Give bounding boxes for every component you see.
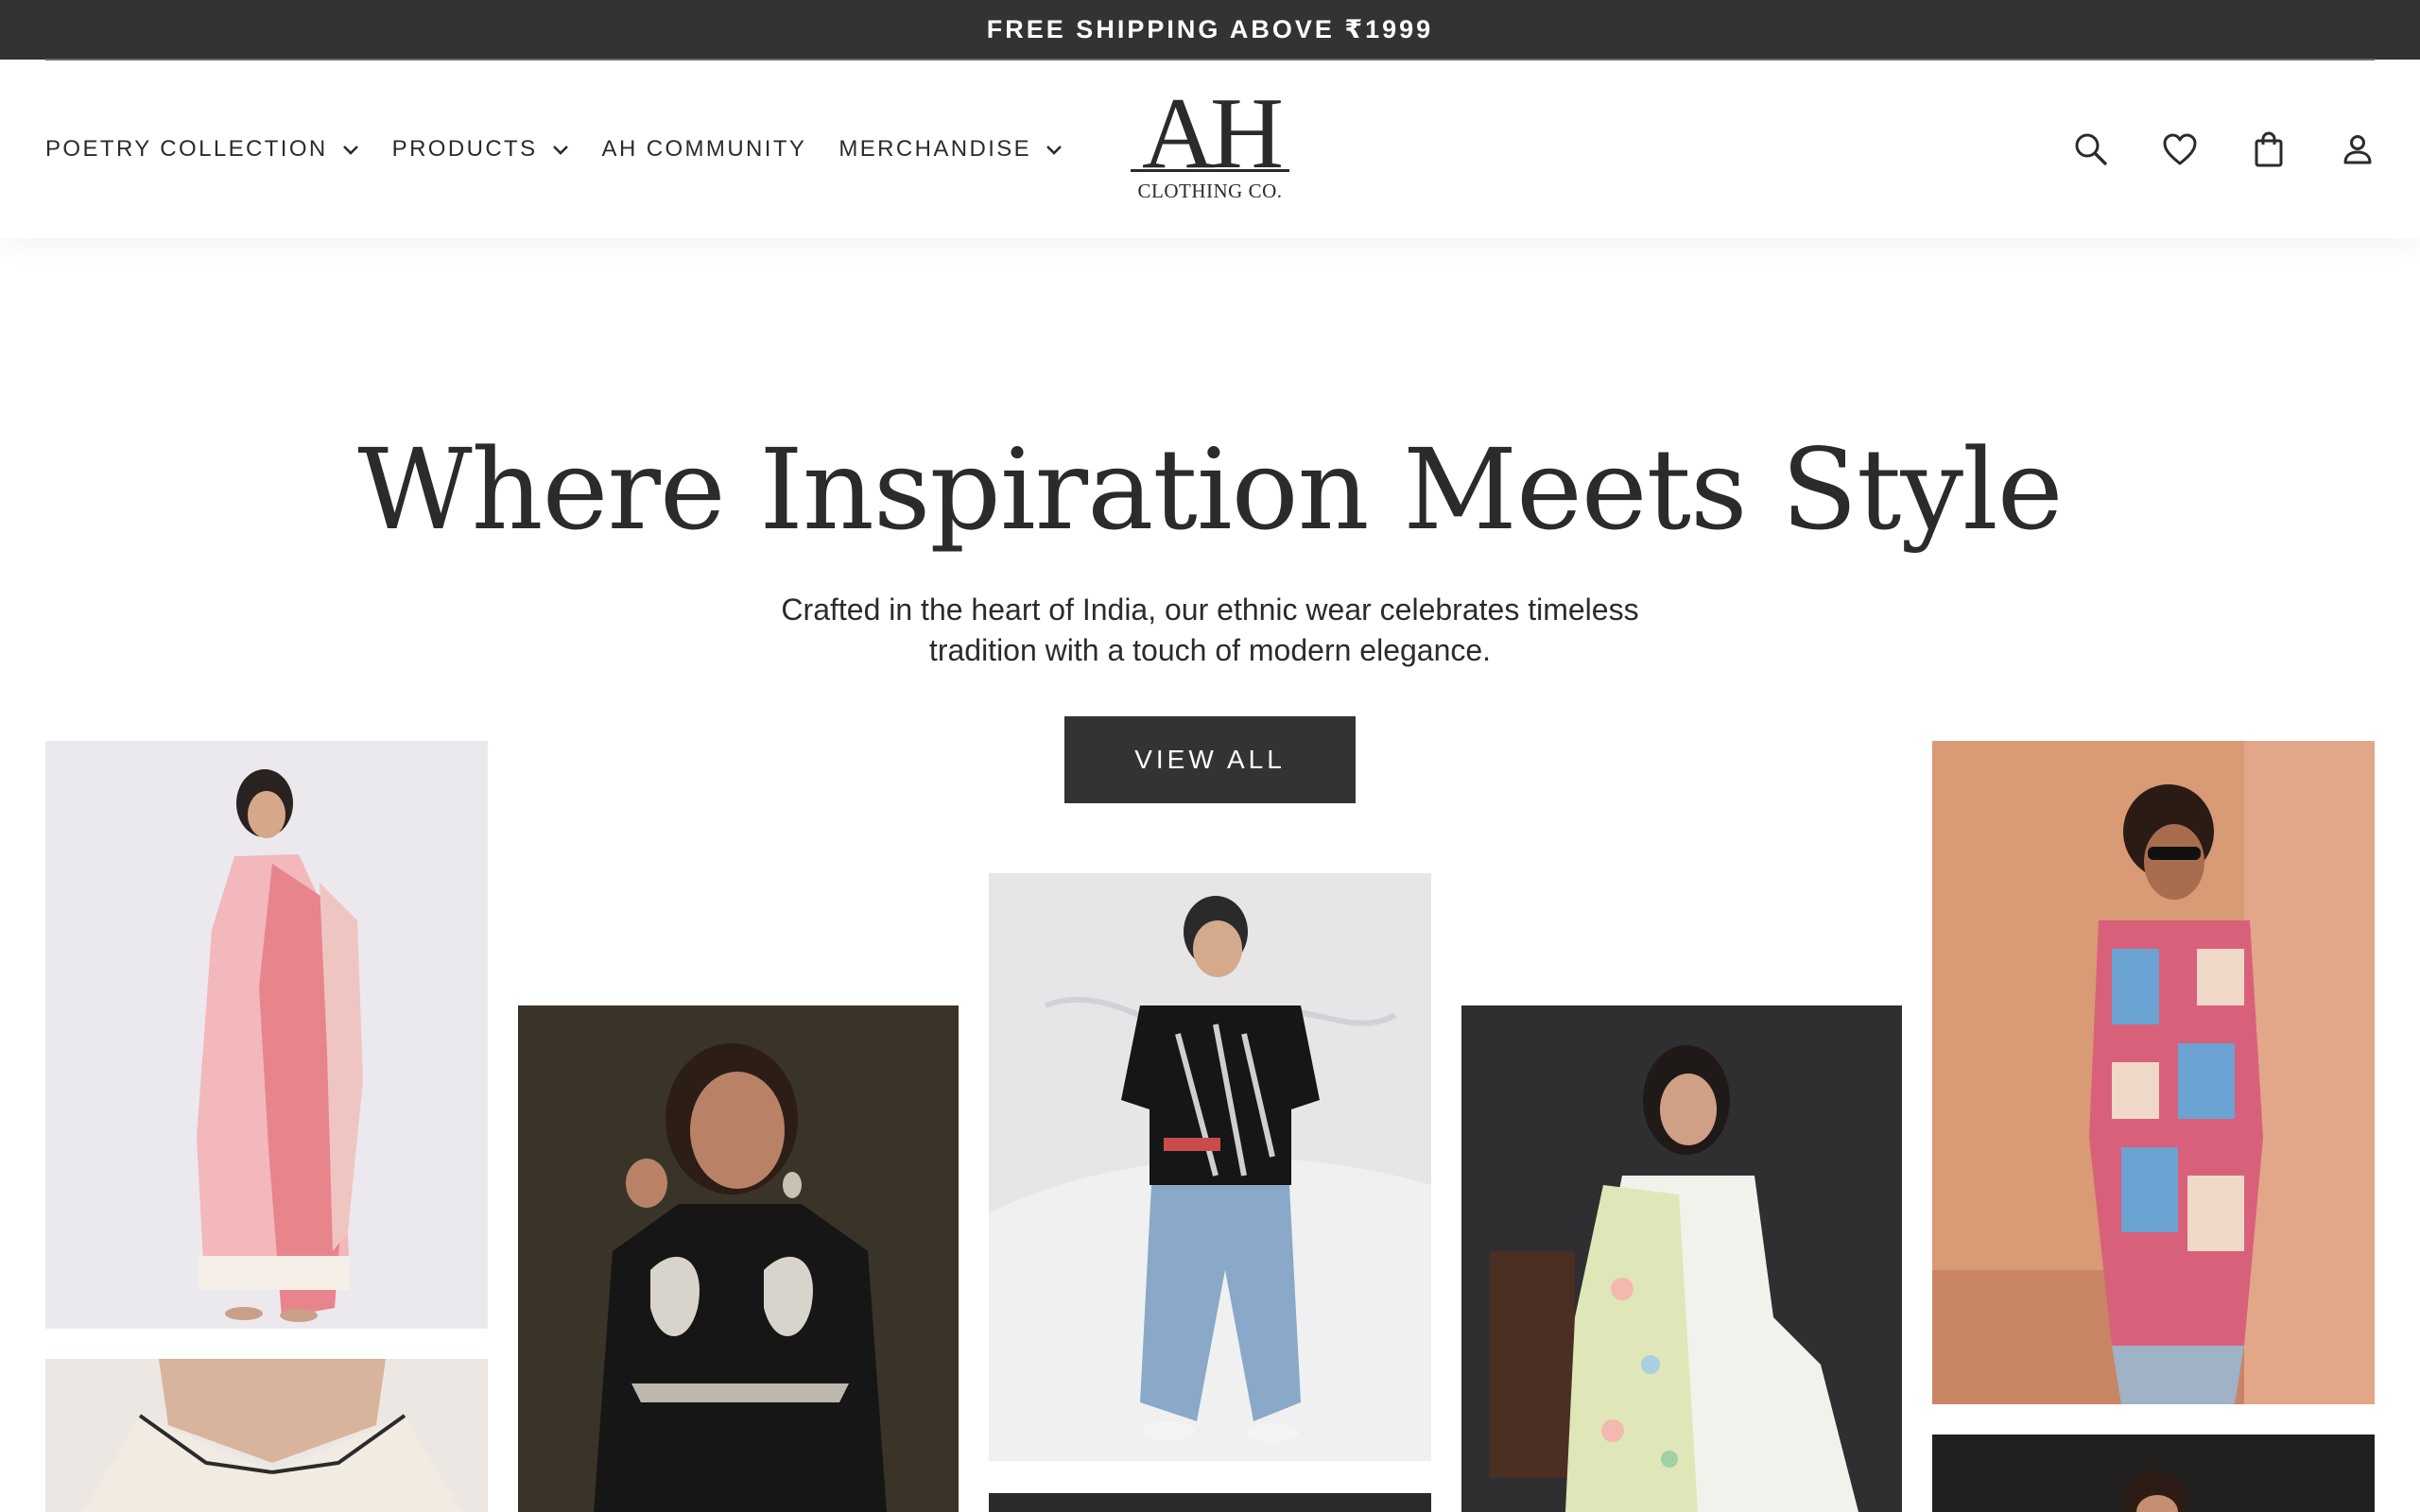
search-button[interactable] [2070,129,2112,170]
logo-subtitle: CLOTHING CO. [1137,180,1283,202]
hero-subtitle: Crafted in the heart of India, our ethni… [737,590,1683,671]
product-image-dark[interactable] [989,1493,1431,1512]
cart-button[interactable] [2248,129,2290,170]
main-nav: POETRY COLLECTION PRODUCTS AH COMMUNITY … [45,60,1096,238]
nav-item-label: MERCHANDISE [838,136,1032,162]
announcement-bar: FREE SHIPPING ABOVE ₹1999 [0,0,2420,60]
site-header: POETRY COLLECTION PRODUCTS AH COMMUNITY … [0,60,2420,238]
hero-title: Where Inspiration Meets Style [357,424,2063,555]
header-actions [2023,60,2378,238]
nav-item-label: AH COMMUNITY [601,136,807,162]
bag-icon [2255,131,2283,167]
nav-item-merchandise[interactable]: MERCHANDISE [838,136,1063,163]
view-all-button[interactable]: VIEW ALL [1064,716,1356,803]
product-image-pink-kurta[interactable] [45,741,488,1329]
chevron-down-icon [341,143,360,156]
wishlist-button[interactable] [2159,129,2201,170]
nav-item-label: POETRY COLLECTION [45,136,328,162]
nav-item-products[interactable]: PRODUCTS [392,136,570,163]
search-icon [2075,133,2107,165]
nav-item-label: PRODUCTS [391,136,538,162]
logo-rule [1131,169,1289,172]
product-image-white-suit-floral-dupatta[interactable] [1461,1005,1902,1512]
hero-subtitle-line2: tradition with a touch of modern eleganc… [928,633,1492,667]
product-image-printed-kurta-man[interactable] [1932,741,2375,1404]
hero-subtitle-line1: Crafted in the heart of India, our ethni… [781,593,1639,627]
product-image-black-tee-cargo[interactable] [989,873,1431,1461]
product-image-black-chikankari-kurta[interactable] [518,1005,959,1512]
nav-item-poetry-collection[interactable]: POETRY COLLECTION [45,136,360,163]
account-button[interactable] [2337,129,2378,170]
brand-logo[interactable]: AH CLOTHING CO. [1125,77,1295,208]
product-image-collar-shirt[interactable] [45,1359,488,1512]
nav-item-ah-community[interactable]: AH COMMUNITY [602,136,807,163]
chevron-down-icon [1045,143,1063,156]
heart-icon [2163,133,2197,165]
chevron-down-icon [551,143,570,156]
product-image-dark-portrait[interactable] [1932,1435,2375,1512]
announcement-text: FREE SHIPPING ABOVE ₹1999 [986,15,1434,43]
account-icon [2343,135,2372,164]
logo-mark: AH [1142,77,1284,190]
